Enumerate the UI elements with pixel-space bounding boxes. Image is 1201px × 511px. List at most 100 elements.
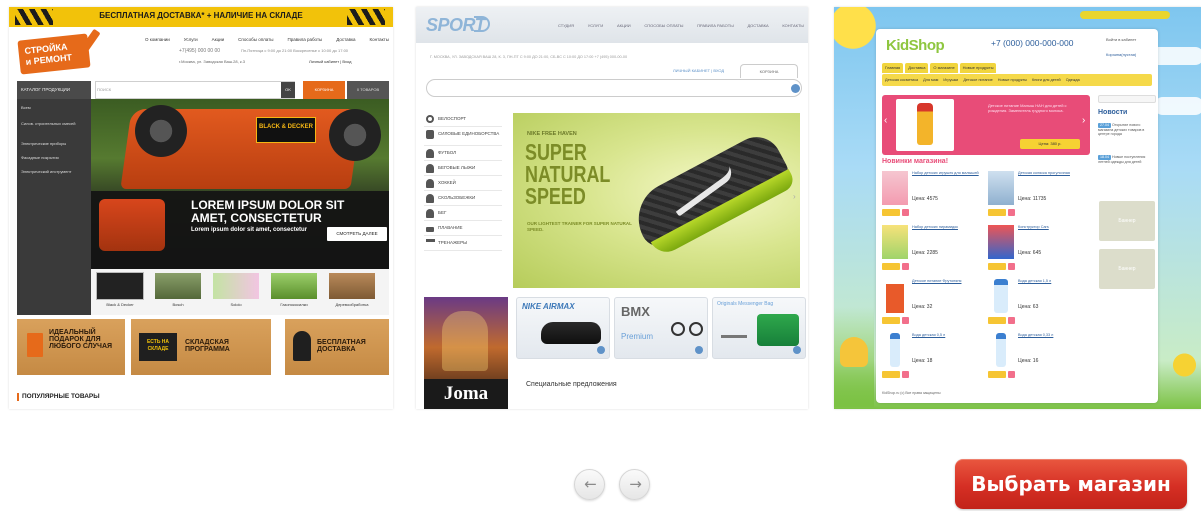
- product-title[interactable]: Вода детская 0,5 л: [912, 333, 982, 338]
- brand-item[interactable]: Газонокосилки: [269, 273, 319, 307]
- top-search-strip[interactable]: [1080, 11, 1170, 19]
- search-button[interactable]: OK: [281, 82, 295, 98]
- product-title[interactable]: Детское питание Фрутоняня: [912, 279, 982, 284]
- nav-item[interactable]: КОНТАКТЫ: [782, 23, 804, 28]
- product-title[interactable]: Вода детская 0,33 л: [1018, 333, 1088, 338]
- promo-gift[interactable]: ИДЕАЛЬНЫЙ ПОДАРОК ДЛЯ ЛЮБОГО СЛУЧАЯ: [17, 319, 125, 375]
- nav-item[interactable]: Способы оплаты: [238, 37, 273, 45]
- news-item[interactable]: 27.04 Открытие нового магазина детских т…: [1098, 123, 1156, 137]
- product-title[interactable]: Набор детских пирамидок: [912, 225, 982, 230]
- menu-item[interactable]: Новые продукты: [959, 63, 997, 73]
- buy-button[interactable]: [988, 209, 1006, 216]
- details-button[interactable]: [1008, 317, 1015, 324]
- banner-next-arrow-icon[interactable]: ›: [793, 192, 801, 206]
- nav-item[interactable]: ПРАВИЛА РАБОТЫ: [697, 23, 734, 28]
- sidebar-item[interactable]: Электрические приборы: [21, 141, 87, 146]
- category-item[interactable]: Детская косметика: [885, 74, 918, 86]
- search-icon[interactable]: [791, 84, 800, 93]
- category-item[interactable]: Новые продукты: [998, 74, 1027, 86]
- product-item[interactable]: Детское питание Фрутоняня Цена: 32: [882, 279, 982, 329]
- product-title[interactable]: Детская коляска прогулочная: [1018, 171, 1088, 176]
- nav-item[interactable]: СПОСОБЫ ОПЛАТЫ: [644, 23, 683, 28]
- menu-item[interactable]: Главная: [882, 63, 904, 73]
- details-button[interactable]: [1008, 209, 1015, 216]
- product-card-bmx[interactable]: BMX Premium: [614, 297, 708, 359]
- menu-item[interactable]: ФУТБОЛ: [424, 147, 502, 161]
- promo-delivery[interactable]: БЕСПЛАТНАЯ ДОСТАВКА: [285, 319, 389, 375]
- product-item[interactable]: Набор детских пирамидок Цена: 2285: [882, 225, 982, 275]
- cart-button[interactable]: КОРЗИНА: [303, 81, 345, 99]
- category-item[interactable]: Одежда: [1066, 74, 1080, 86]
- nav-item[interactable]: Доставка: [336, 37, 355, 45]
- slider-prev-icon[interactable]: ‹: [884, 115, 887, 126]
- brand-item[interactable]: Sololo: [211, 273, 261, 307]
- menu-item[interactable]: О магазине: [930, 63, 958, 73]
- nav-item[interactable]: Правила работы: [287, 37, 322, 45]
- product-card-adidas[interactable]: Originals Messenger Bag: [712, 297, 806, 359]
- menu-item[interactable]: Доставка: [905, 63, 929, 73]
- product-item[interactable]: Вода детская 1,5 л Цена: 63: [988, 279, 1088, 329]
- product-card-airmax[interactable]: NIKE AIRMAX: [516, 297, 610, 359]
- nav-item[interactable]: О компании: [145, 37, 170, 45]
- sidebar-item[interactable]: Силов. строительных смесей: [21, 121, 87, 126]
- product-item[interactable]: Вода детская 0,33 л Цена: 16: [988, 333, 1088, 383]
- product-title[interactable]: Набор детских игрушек для малышей: [912, 171, 982, 176]
- brand-item[interactable]: Деревообработка: [327, 273, 377, 307]
- nav-item[interactable]: ДОСТАВКА: [747, 23, 768, 28]
- sidebar-item[interactable]: Электрический инструмент: [21, 169, 87, 174]
- next-button[interactable]: →: [619, 469, 650, 500]
- details-button[interactable]: [902, 371, 909, 378]
- details-button[interactable]: [1008, 263, 1015, 270]
- brand-item[interactable]: Bosch: [153, 273, 203, 307]
- buy-button[interactable]: [882, 263, 900, 270]
- menu-item[interactable]: БЕГ: [424, 207, 502, 221]
- category-item[interactable]: Детское питание: [963, 74, 992, 86]
- slide-price[interactable]: Цена: 380 р.: [1020, 139, 1080, 149]
- product-item[interactable]: Вода детская 0,5 л Цена: 18: [882, 333, 982, 383]
- slider-next-icon[interactable]: ›: [1082, 115, 1085, 126]
- nav-item[interactable]: УСЛУГИ: [588, 23, 604, 28]
- nav-item[interactable]: АКЦИИ: [617, 23, 631, 28]
- product-title[interactable]: Вода детская 1,5 л: [1018, 279, 1088, 284]
- news-item[interactable]: 18.04 Новые поступления летней одежды дл…: [1098, 155, 1156, 164]
- menu-item[interactable]: ПЛАВАНИЕ: [424, 222, 502, 236]
- hero-more-button[interactable]: СМОТРЕТЬ ДАЛЕЕ: [327, 227, 387, 241]
- menu-item[interactable]: БЕГОВЫЕ ЛЫЖИ: [424, 162, 502, 176]
- menu-item[interactable]: ВЕЛОСПОРТ: [424, 113, 502, 127]
- account-link[interactable]: ЛИЧНЫЙ КАБИНЕТ | ВХОД: [673, 68, 724, 73]
- theme-preview-stroyka[interactable]: БЕСПЛАТНАЯ ДОСТАВКА* + НАЛИЧИЕ НА СКЛАДЕ…: [9, 7, 393, 409]
- theme-preview-kidshop[interactable]: KidShop +7 (000) 000-000-000 Войти в каб…: [834, 7, 1201, 409]
- nav-item[interactable]: Акции: [212, 37, 225, 45]
- cart-tab[interactable]: КОРЗИНА: [740, 64, 798, 78]
- buy-button[interactable]: [988, 317, 1006, 324]
- search-input[interactable]: [426, 79, 802, 97]
- menu-item[interactable]: ХОККЕЙ: [424, 177, 502, 191]
- buy-button[interactable]: [882, 317, 900, 324]
- product-item[interactable]: Набор детских игрушек для малышей Цена: …: [882, 171, 982, 221]
- buy-button[interactable]: [882, 209, 900, 216]
- ad-banner[interactable]: Баннер: [1099, 201, 1155, 241]
- nav-item[interactable]: Контакты: [370, 37, 389, 45]
- account-link[interactable]: Войти в кабинет: [1106, 37, 1136, 42]
- buy-button[interactable]: [882, 371, 900, 378]
- prev-button[interactable]: ←: [574, 469, 605, 500]
- details-button[interactable]: [1008, 371, 1015, 378]
- menu-item[interactable]: ТРЕНАЖЕРЫ: [424, 237, 502, 251]
- ad-banner[interactable]: Баннер: [1099, 249, 1155, 289]
- goods-counter[interactable]: 0 ТОВАРОВ: [347, 81, 389, 99]
- hero-banner[interactable]: NIKE FREE HAVEN SUPER NATURAL SPEED OUR …: [513, 113, 800, 288]
- product-title[interactable]: Конструктор Cars: [1018, 225, 1088, 230]
- category-item[interactable]: Игрушки: [943, 74, 958, 86]
- category-item[interactable]: Книги для детей: [1032, 74, 1061, 86]
- product-item[interactable]: Конструктор Cars Цена: 645: [988, 225, 1088, 275]
- buy-button[interactable]: [988, 263, 1006, 270]
- nav-item[interactable]: СТУДИЯ: [558, 23, 574, 28]
- hero-banner[interactable]: BLACK & DECKER LOREM IPSUM DOLOR SIT AME…: [91, 99, 389, 269]
- news-search-input[interactable]: [1098, 95, 1156, 103]
- brand-item[interactable]: Black & Decker: [95, 272, 145, 307]
- details-button[interactable]: [902, 317, 909, 324]
- details-button[interactable]: [902, 263, 909, 270]
- search-input[interactable]: [95, 81, 295, 99]
- details-button[interactable]: [902, 209, 909, 216]
- category-item[interactable]: Для мам: [923, 74, 938, 86]
